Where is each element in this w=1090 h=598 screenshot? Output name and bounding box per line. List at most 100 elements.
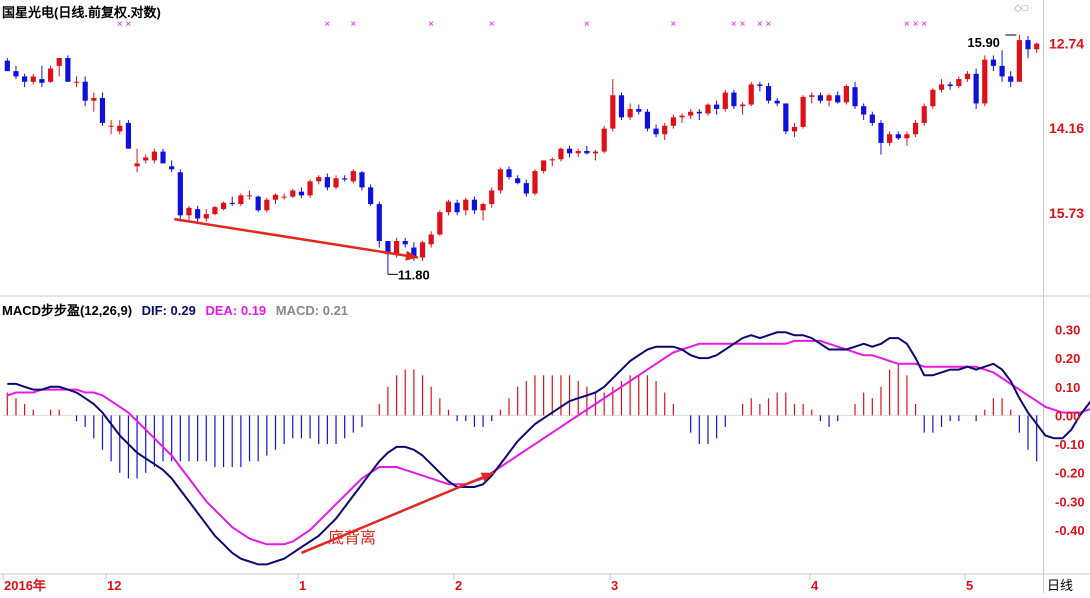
candle bbox=[125, 122, 132, 149]
candle bbox=[238, 195, 244, 205]
candle bbox=[869, 114, 875, 123]
candle bbox=[143, 157, 149, 161]
candle bbox=[1034, 43, 1040, 50]
candle bbox=[826, 95, 832, 101]
signal-marker: × bbox=[670, 19, 676, 30]
candle bbox=[13, 71, 19, 77]
candle bbox=[437, 212, 443, 235]
candle bbox=[65, 58, 71, 82]
candle bbox=[731, 92, 737, 107]
candle bbox=[783, 103, 789, 132]
candle bbox=[722, 92, 728, 109]
candle bbox=[186, 207, 192, 216]
candle bbox=[878, 122, 884, 143]
x-axis-label: 2 bbox=[455, 578, 462, 593]
candle bbox=[982, 59, 988, 104]
macd-value: MACD: 0.21 bbox=[275, 303, 349, 318]
candle bbox=[601, 128, 607, 152]
candle bbox=[160, 151, 166, 164]
candle bbox=[670, 117, 676, 126]
candle bbox=[290, 190, 296, 197]
chart-canvas[interactable]: 15.9011.80× × × × × × × × × × × × × × × 底背离 15.7314.16… bbox=[0, 0, 1090, 593]
macd-axis-tick: 0.30 bbox=[1055, 322, 1080, 337]
high-price-label: 15.90 bbox=[967, 35, 1000, 50]
dea-value: DEA: 0.19 bbox=[205, 303, 267, 318]
candle bbox=[584, 151, 590, 154]
candle bbox=[990, 59, 997, 66]
candle bbox=[558, 148, 564, 160]
signal-marker: × bbox=[904, 19, 910, 30]
candle bbox=[592, 151, 599, 154]
signal-marker: × bbox=[489, 19, 495, 30]
candle bbox=[956, 79, 962, 87]
candle bbox=[134, 163, 140, 167]
divergence-annotation: 底背离 bbox=[328, 529, 376, 547]
candle bbox=[350, 171, 356, 182]
candle bbox=[887, 134, 893, 143]
macd-indicator-name[interactable]: MACD步步盈(12,26,9) bbox=[2, 303, 132, 318]
candle bbox=[47, 68, 54, 82]
candle bbox=[1008, 76, 1014, 82]
candle bbox=[463, 199, 469, 211]
candle bbox=[757, 84, 763, 87]
x-axis-label: 2016年 bbox=[4, 578, 46, 593]
candle bbox=[999, 65, 1005, 77]
signal-marker: × bbox=[921, 19, 927, 30]
candle bbox=[359, 172, 365, 188]
signal-marker: × bbox=[350, 19, 356, 30]
candle bbox=[964, 73, 971, 80]
candle bbox=[895, 134, 901, 139]
candle bbox=[480, 204, 486, 211]
candle bbox=[471, 199, 478, 211]
price-panel-title: 国星光电(日线.前复权.对数) bbox=[2, 5, 161, 20]
candle bbox=[679, 115, 685, 118]
candle bbox=[177, 172, 183, 216]
candle bbox=[618, 95, 625, 118]
candle bbox=[765, 86, 772, 101]
candle bbox=[688, 111, 694, 116]
candle bbox=[748, 84, 754, 105]
candle bbox=[91, 97, 97, 101]
candle bbox=[921, 106, 927, 123]
x-axis-label: 3 bbox=[611, 578, 618, 593]
candle bbox=[497, 169, 503, 191]
window-controls-icon[interactable]: ◇□ bbox=[1014, 3, 1028, 14]
candle bbox=[791, 126, 798, 132]
candle bbox=[861, 106, 867, 115]
macd-axis-tick: -0.40 bbox=[1055, 523, 1085, 538]
stock-chart: 15.90 11.80 × × × × × × × × × × × × × × × 底背离 15.73 14.16… bbox=[0, 0, 1090, 593]
candle bbox=[264, 199, 270, 211]
price-axis-tick: 15.73 bbox=[1049, 205, 1084, 221]
candle bbox=[316, 177, 322, 182]
candle bbox=[506, 169, 512, 178]
candle bbox=[852, 87, 858, 107]
signal-marker: × bbox=[766, 19, 772, 30]
candle bbox=[714, 104, 720, 109]
low-price-label: 11.80 bbox=[398, 267, 430, 282]
candle bbox=[402, 241, 408, 245]
signal-marker: × bbox=[324, 19, 330, 30]
signal-marker: × bbox=[584, 19, 590, 30]
candle bbox=[393, 241, 400, 255]
candle bbox=[610, 95, 616, 129]
candle bbox=[342, 178, 348, 180]
candle bbox=[636, 108, 642, 112]
signal-marker: × bbox=[913, 19, 919, 30]
candle bbox=[454, 202, 460, 213]
candle bbox=[22, 76, 28, 82]
x-axis-label: 1 bbox=[299, 578, 306, 593]
candle bbox=[835, 95, 841, 103]
signal-marker: × bbox=[757, 19, 763, 30]
candle bbox=[817, 95, 824, 101]
signal-marker: × bbox=[731, 19, 737, 30]
candle bbox=[541, 160, 547, 172]
macd-axis-tick: 0.00 bbox=[1055, 408, 1080, 423]
candle bbox=[298, 191, 305, 196]
candle bbox=[419, 242, 426, 258]
candle bbox=[523, 183, 529, 194]
candle bbox=[4, 60, 10, 72]
candle bbox=[99, 97, 106, 123]
candle bbox=[532, 171, 538, 194]
candle bbox=[229, 202, 235, 205]
x-axis-label: 5 bbox=[966, 578, 973, 593]
